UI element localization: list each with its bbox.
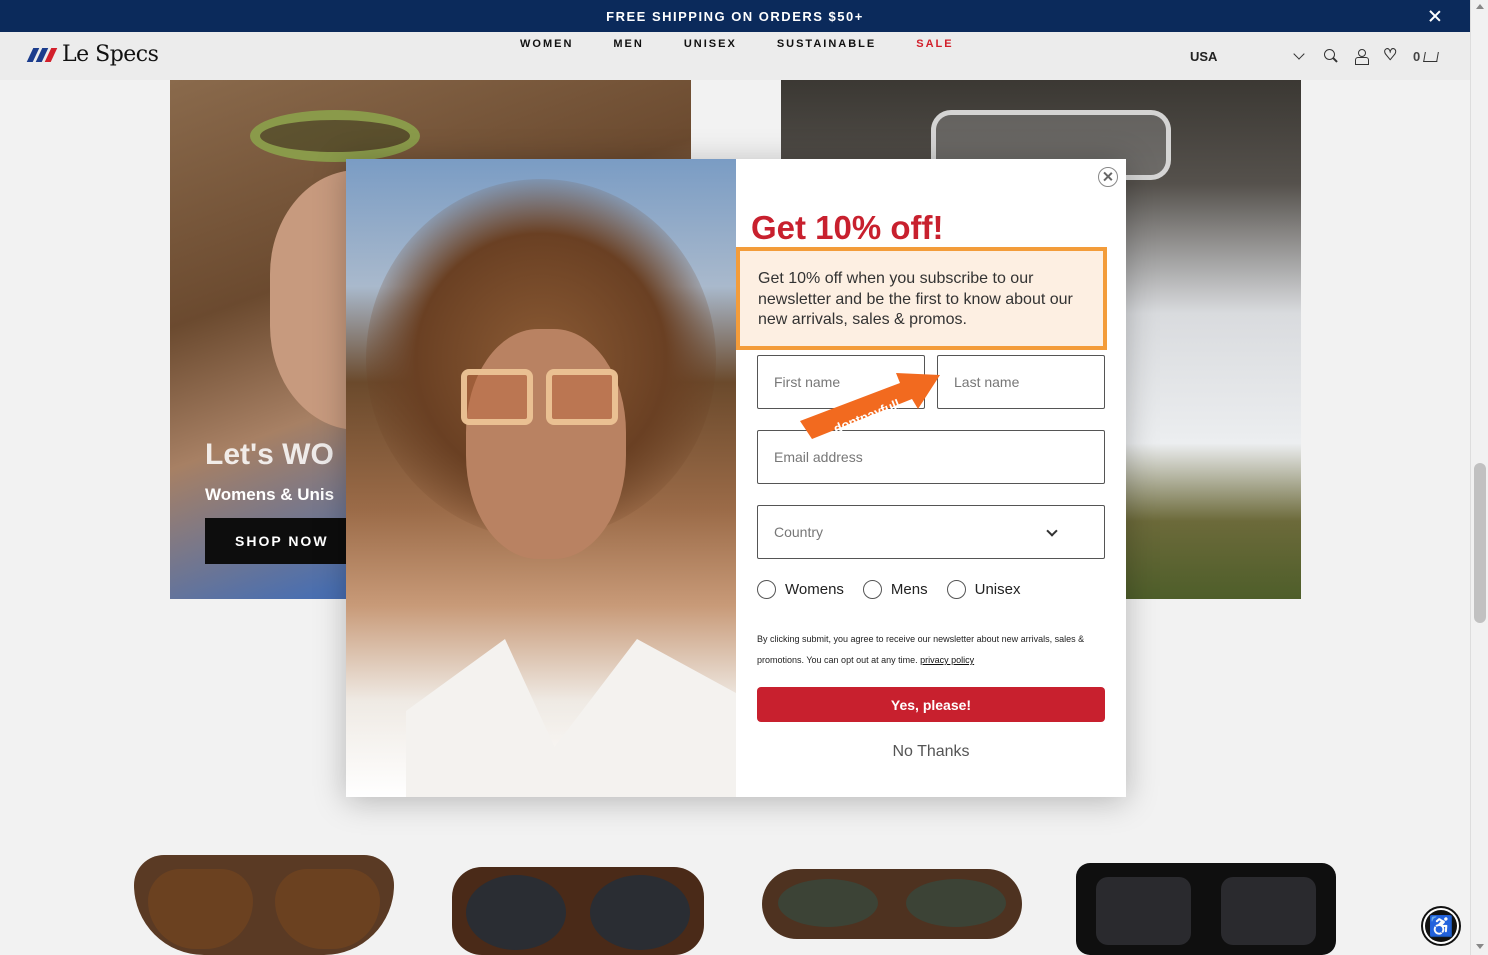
nav-men[interactable]: MEN	[613, 38, 643, 50]
newsletter-modal: Get 10% off! Get 10% off when you subscr…	[346, 159, 1126, 797]
nav-unisex[interactable]: UNISEX	[684, 38, 737, 50]
product-card[interactable]	[134, 855, 394, 955]
chevron-down-icon	[1046, 525, 1058, 537]
legal-text: By clicking submit, you agree to receive…	[757, 634, 1085, 665]
country-select-placeholder: Country	[774, 524, 824, 540]
cart-icon	[1423, 52, 1440, 62]
country-selector[interactable]: USA	[1190, 49, 1295, 64]
chevron-down-icon[interactable]	[1293, 48, 1305, 60]
product-card[interactable]	[762, 855, 1022, 955]
site-header: Le Specs WOMEN MEN UNISEX SUSTAINABLE SA…	[0, 32, 1470, 80]
no-thanks-button[interactable]: No Thanks	[757, 743, 1105, 761]
hero-subtitle: Womens & Unis	[205, 485, 335, 504]
nav-sustainable[interactable]: SUSTAINABLE	[777, 38, 876, 50]
modal-model-image	[346, 159, 736, 797]
country-select[interactable]: Country	[757, 505, 1105, 559]
radio-unisex[interactable]: Unisex	[946, 580, 1020, 599]
site-logo[interactable]: Le Specs	[26, 42, 159, 67]
logo-stripes	[26, 47, 58, 62]
scroll-up-icon[interactable]	[1476, 4, 1484, 9]
hero-sunglasses-image	[250, 110, 420, 162]
watermark-arrow: dontpayfull	[800, 373, 940, 439]
scroll-down-icon[interactable]	[1476, 944, 1484, 949]
main-nav: WOMEN MEN UNISEX SUSTAINABLE SALE	[520, 38, 954, 50]
page-scrollbar[interactable]	[1470, 0, 1488, 955]
scroll-thumb[interactable]	[1474, 463, 1486, 623]
last-name-field[interactable]	[937, 355, 1105, 409]
close-icon[interactable]	[1426, 7, 1444, 25]
header-actions: USA ♡ 0	[1190, 48, 1440, 65]
newsletter-form: Get 10% off! Get 10% off when you subscr…	[736, 159, 1126, 797]
heart-icon[interactable]: ♡	[1383, 48, 1399, 64]
cart-count: 0	[1413, 48, 1421, 64]
search-icon[interactable]	[1323, 48, 1339, 64]
accessibility-figure-icon: ♿	[1425, 910, 1457, 942]
cart-button[interactable]: 0	[1413, 48, 1440, 64]
modal-title: Get 10% off!	[751, 209, 944, 246]
radio-mens[interactable]: Mens	[862, 580, 928, 599]
product-card[interactable]	[1076, 855, 1336, 955]
shipping-banner-text: FREE SHIPPING ON ORDERS $50+	[606, 8, 864, 24]
privacy-policy-link[interactable]: privacy policy	[920, 655, 974, 665]
modal-description: Get 10% off when you subscribe to our ne…	[736, 247, 1107, 350]
logo-text: Le Specs	[62, 42, 159, 67]
accessibility-icon[interactable]: ♿	[1421, 906, 1461, 946]
radio-womens[interactable]: Womens	[757, 580, 844, 599]
nav-sale[interactable]: SALE	[916, 38, 953, 50]
nav-women[interactable]: WOMEN	[520, 38, 573, 50]
product-card[interactable]	[452, 855, 704, 955]
submit-button[interactable]: Yes, please!	[757, 687, 1105, 722]
hero-title: Let's WO	[205, 438, 334, 471]
close-icon[interactable]	[1098, 167, 1118, 187]
user-icon[interactable]	[1353, 48, 1369, 65]
shipping-banner: FREE SHIPPING ON ORDERS $50+	[0, 0, 1470, 32]
gender-radio-group: Womens Mens Unisex	[757, 580, 1039, 599]
